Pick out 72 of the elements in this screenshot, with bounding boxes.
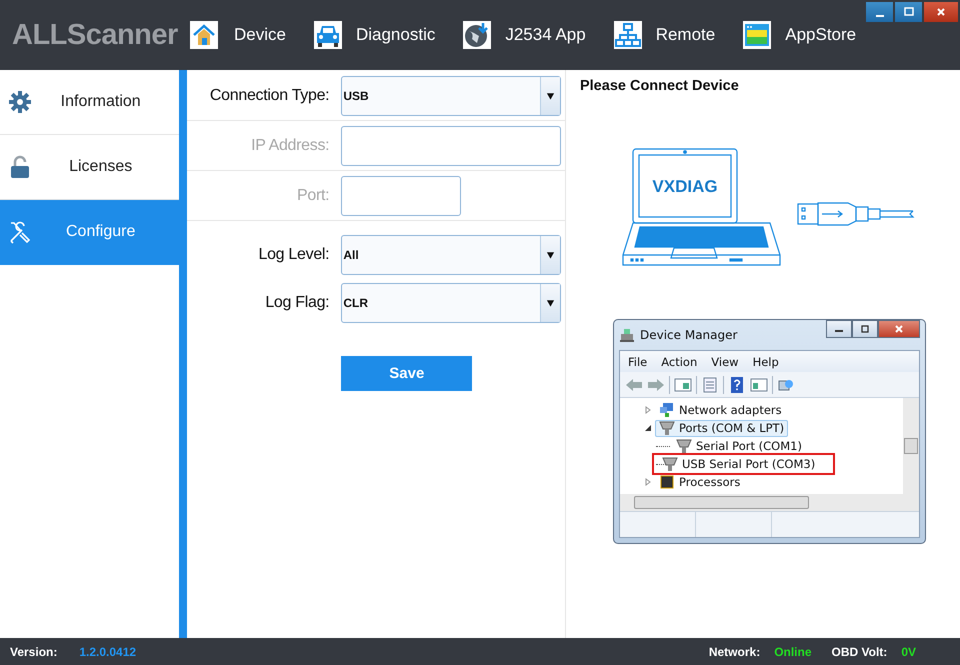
port-connector-icon [662,456,678,472]
dropdown-arrow-icon [546,298,556,308]
tree-item[interactable]: Ports (COM & LPT) [654,420,788,436]
panel-icon[interactable] [674,376,692,392]
collapsed-arrow-icon[interactable] [644,406,652,414]
app-window-icon[interactable] [743,21,772,49]
tree-item[interactable]: Processors [654,474,744,490]
back-arrow-icon[interactable] [624,376,643,392]
processor-chip-icon [658,474,675,490]
menu-item[interactable]: Help [752,354,779,368]
dropdown-arrow-icon [546,91,556,101]
menu-item[interactable]: Action [661,354,698,368]
app-logo: ALLScanner [12,18,179,52]
network-label: Network: [708,644,760,658]
field-label: Log Level: [257,246,330,264]
maximize-icon [904,7,914,17]
version-number: 1.2.0.0412 [79,644,136,658]
close-icon [894,325,904,333]
minimize-button[interactable] [866,2,893,22]
dropdown-arrow-icon [546,250,556,260]
network-icon[interactable] [614,21,642,49]
maximize-button[interactable] [895,2,922,22]
version-label: Version: [10,644,58,658]
obd-volt-label: OBD Volt: [832,644,888,658]
horizontal-scrollbar[interactable] [620,494,919,511]
menu-item[interactable]: File [628,354,648,368]
dropdown[interactable]: CLR [341,283,562,323]
menu-item[interactable]: View [711,354,739,368]
tools-icon [8,220,32,244]
panel-title: Please Connect Device [580,78,740,94]
obd-volt-value: 0V [901,644,916,658]
sidebar-item[interactable]: Configure [0,200,180,265]
expanded-arrow-icon[interactable] [644,424,652,432]
house-icon[interactable] [190,21,218,49]
field-label: Connection Type: [208,87,330,105]
gear-icon [8,90,32,114]
lock-icon [8,155,32,179]
panel-icon[interactable] [750,376,768,392]
dropdown[interactable]: All [341,235,562,275]
car-icon[interactable] [314,21,342,49]
window-title: Device Manager [640,328,738,342]
minimize-icon [876,15,884,17]
close-button[interactable] [878,320,920,338]
close-button[interactable] [924,2,958,22]
properties-icon[interactable] [700,376,719,392]
nav-tab[interactable]: AppStore [779,25,862,45]
network-status: Online [774,644,812,658]
field-label: Port: [296,187,330,205]
vertical-scrollbar[interactable] [902,398,919,494]
tree-item[interactable]: USB Serial Port (COM3) [652,453,836,475]
port-connector-icon [658,420,675,436]
nav-tab[interactable]: J2534 App [499,25,592,45]
field-label: Log Flag: [264,294,330,312]
laptop-screen-text: VXDIAG [652,177,718,196]
nav-tab[interactable]: Diagnostic [350,25,442,45]
maximize-icon [860,325,870,333]
network-adapter-icon [658,402,675,418]
computer-icon [618,327,635,343]
port-connector-icon [676,438,692,454]
tree-item[interactable]: Network adapters [654,402,786,418]
field-label: IP Address: [250,137,330,155]
forward-arrow-icon[interactable] [646,376,665,392]
nav-tab[interactable]: Remote [650,25,722,45]
maximize-button[interactable] [852,320,878,338]
dropdown[interactable]: USB [341,76,562,116]
close-icon [936,7,946,17]
tree-item[interactable]: Serial Port (COM1) [672,438,806,454]
minimize-button[interactable] [826,320,852,338]
save-button[interactable]: Save [341,356,472,391]
nav-tab[interactable]: Device [226,25,292,45]
collapsed-arrow-icon[interactable] [644,478,652,486]
globe-download-icon[interactable] [463,21,492,49]
